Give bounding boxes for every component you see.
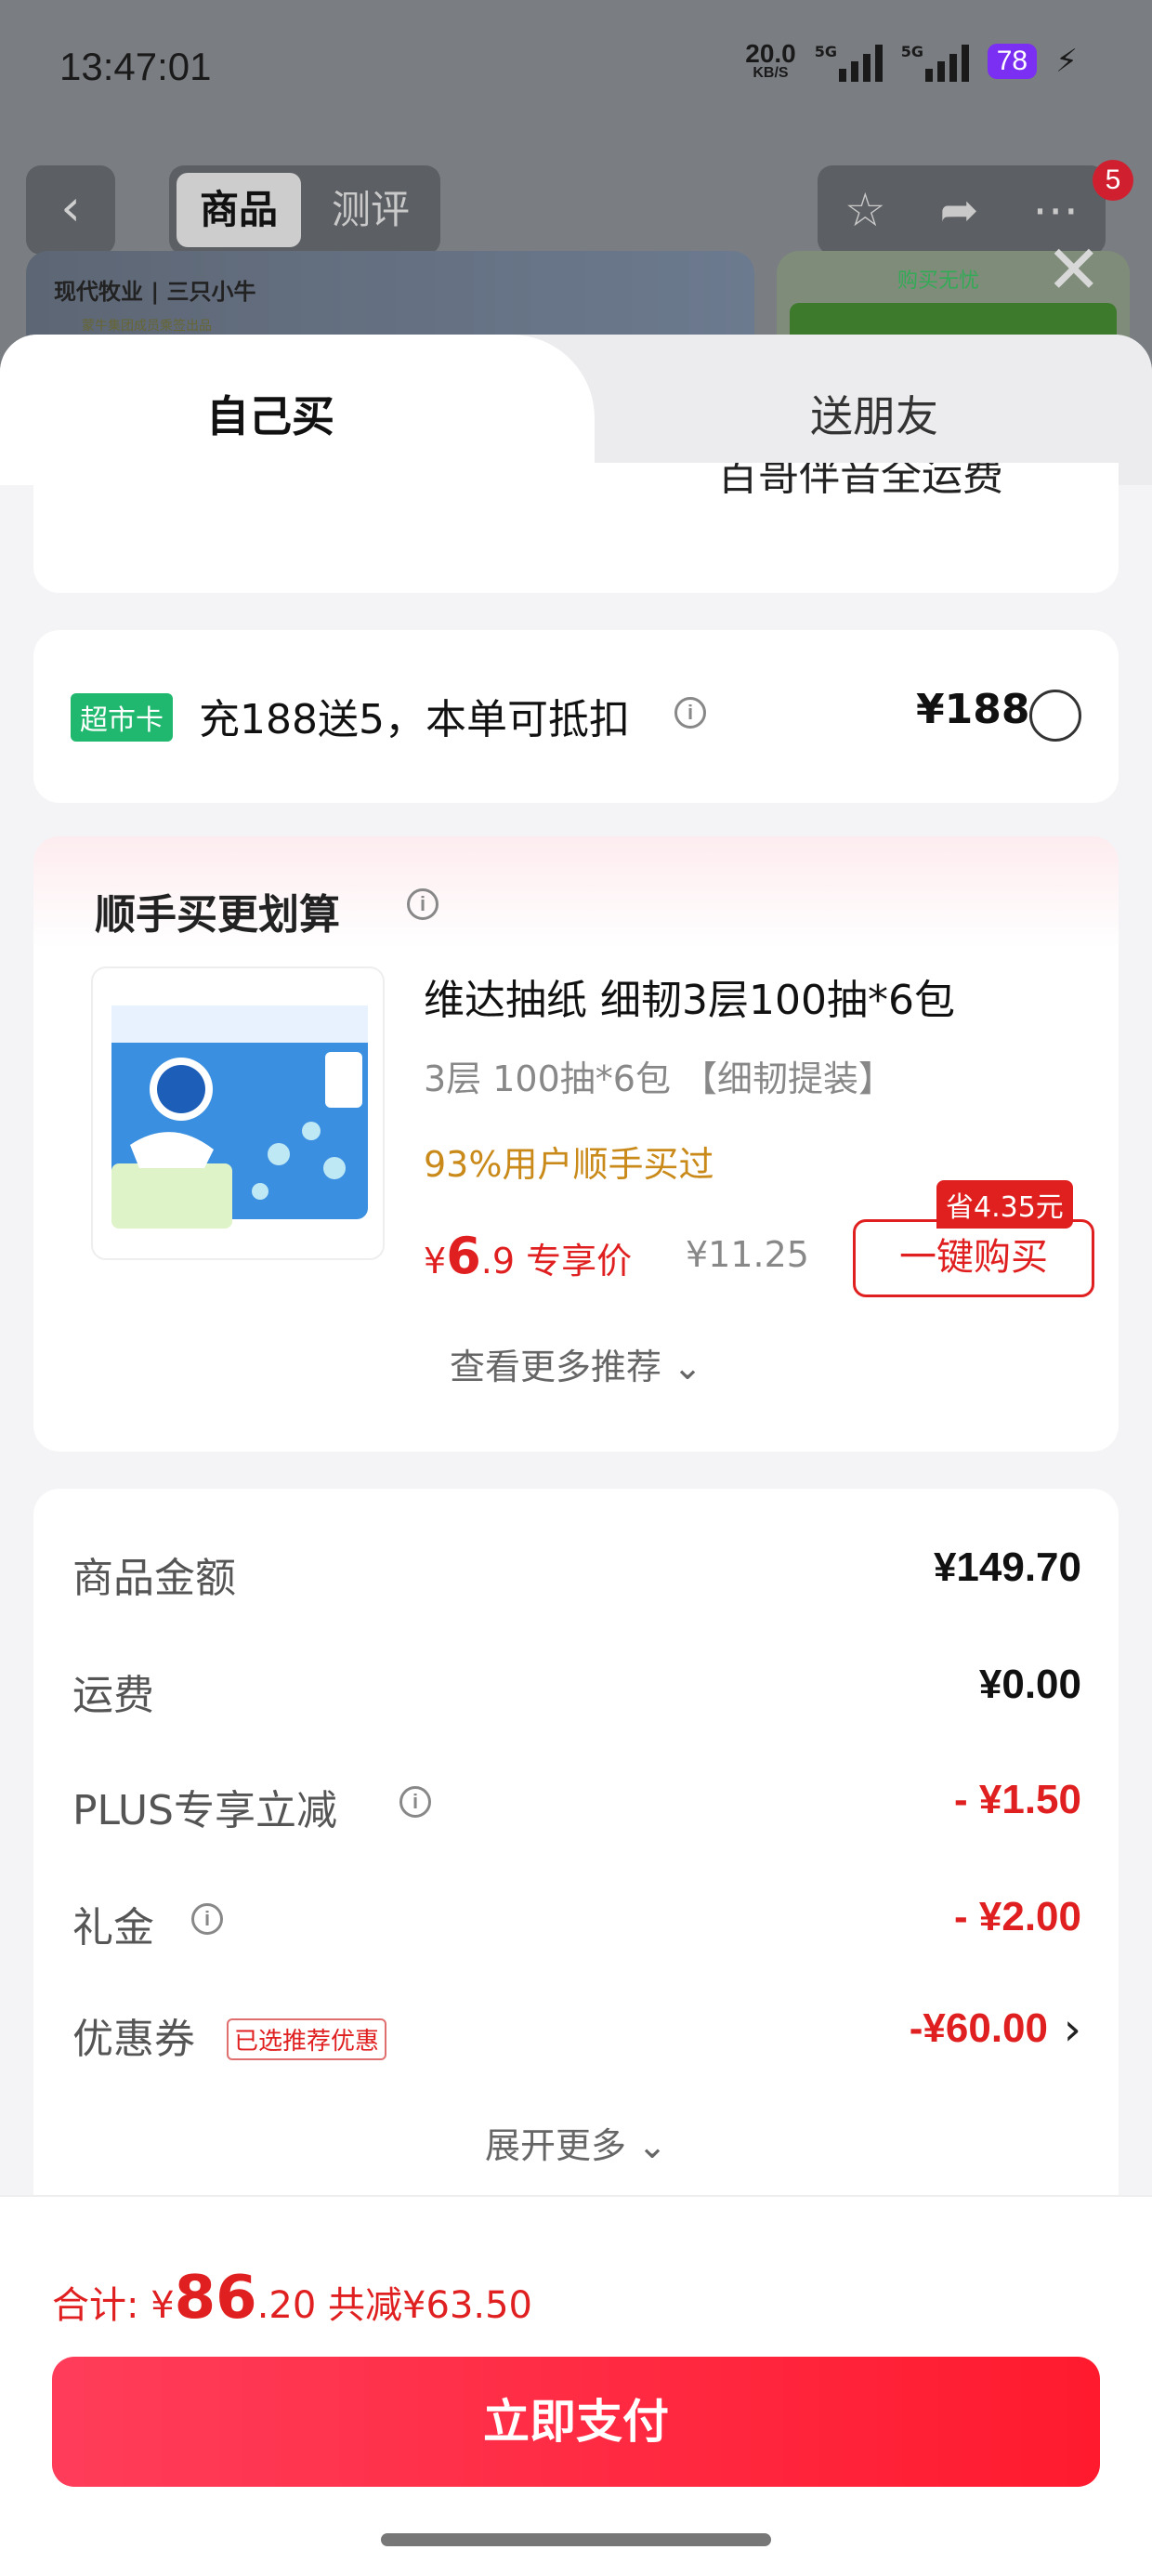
battery-icon: 78 [987,44,1038,79]
share-icon[interactable]: ➦ [939,183,978,237]
cart-count-badge: 5 [1093,160,1133,201]
summary-row-gift-money: 礼金 i - ¥2.00 [72,1894,1081,1952]
partial-text: 百哥伴音全运费 [717,463,1003,500]
total-saved: 共减¥63.50 [316,2284,533,2327]
tissue-pack-image [111,1005,368,1229]
tab-goods[interactable]: 商品 [177,173,301,247]
back-button[interactable]: ‹ [26,165,115,255]
product-price: ¥6.9 专享价 [424,1227,633,1285]
supermarket-card-text: 充188送5，本单可抵扣 [199,696,630,743]
summary-row-coupon[interactable]: 优惠券 已选推荐优惠 -¥60.00 › [72,2004,1081,2063]
more-icon[interactable]: ⋯ [1032,183,1079,237]
info-icon[interactable]: i [399,1786,431,1818]
promo-title: 购买无忧 [897,269,980,293]
star-icon[interactable]: ☆ [844,183,886,237]
pay-now-button[interactable]: 立即支付 [52,2357,1100,2487]
info-icon[interactable]: i [674,697,706,729]
chevron-right-icon: › [1063,2004,1081,2056]
product-old-price: ¥11.25 [686,1234,809,1275]
expand-more[interactable]: 展开更多 ⌄ [33,2117,1119,2168]
product-spec: 3层 100抽*6包 【细韧提装】 [424,1058,895,1099]
partial-card: 百哥伴音全运费 [33,463,1119,593]
home-indicator[interactable] [381,2533,771,2546]
product-top-bar: ‹ 商品 测评 ☆ ➦ ⋯ 5 [0,160,1152,255]
status-icons: 20.0 KB/S 5G 5G 78 ⚡ [745,41,1078,82]
coupon-selected-tag: 已选推荐优惠 [227,2018,387,2060]
product-name: 维达抽纸 细韧3层100抽*6包 [424,977,955,1024]
summary-row-goods-amount: 商品金额 ¥149.70 [72,1544,1081,1602]
supermarket-card-row[interactable]: 超市卡 充188送5，本单可抵扣 i ¥188 [33,630,1119,803]
product-image[interactable] [91,966,385,1260]
page-segment: 商品 测评 [169,165,440,255]
info-icon[interactable]: i [191,1903,223,1935]
charging-icon: ⚡ [1055,43,1078,80]
close-icon[interactable]: ✕ [1046,236,1102,303]
info-icon[interactable]: i [407,888,439,920]
checkout-footer: 合计: ¥86.20 共减¥63.50 立即支付 [0,2195,1152,2576]
signal-icon: 5G [815,41,883,82]
chevron-left-icon: ‹ [60,178,81,237]
price-label: 专享价 [526,1241,633,1281]
net-speed: 20.0 KB/S [745,39,796,81]
supermarket-card-radio[interactable] [1029,690,1081,742]
summary-row-shipping: 运费 ¥0.00 [72,1662,1081,1719]
see-more-recommendations[interactable]: 查看更多推荐 ⌄ [33,1338,1119,1389]
save-badge: 省4.35元 [936,1180,1073,1229]
status-bar: 13:47:01 20.0 KB/S 5G 5G 78 ⚡ [0,0,1152,139]
signal-icon-2: 5G [901,41,969,82]
brand-logo: 现代牧业 | 三只小牛 [54,279,256,305]
brand-sub: 蒙牛集团成员乘签出品 [82,319,212,334]
status-time: 13:47:01 [59,45,212,88]
one-click-buy-button[interactable]: 一键购买 [853,1219,1094,1297]
addon-title: 顺手买更划算 [95,891,340,939]
tab-gift-friend[interactable]: 送朋友 [810,383,938,444]
order-total: 合计: ¥86.20 共减¥63.50 [52,2264,533,2333]
summary-row-plus-discount: PLUS专享立减 i - ¥1.50 [72,1777,1081,1834]
supermarket-card-price: ¥188 [916,686,1030,733]
addon-card: 顺手买更划算 i 维达抽纸 细韧3层100抽*6包 3层 100抽*6包 【细韧… [33,836,1119,1452]
supermarket-card-chip: 超市卡 [71,693,173,742]
tab-review[interactable]: 测评 [308,173,433,247]
product-hint: 93%用户顺手买过 [424,1144,714,1185]
